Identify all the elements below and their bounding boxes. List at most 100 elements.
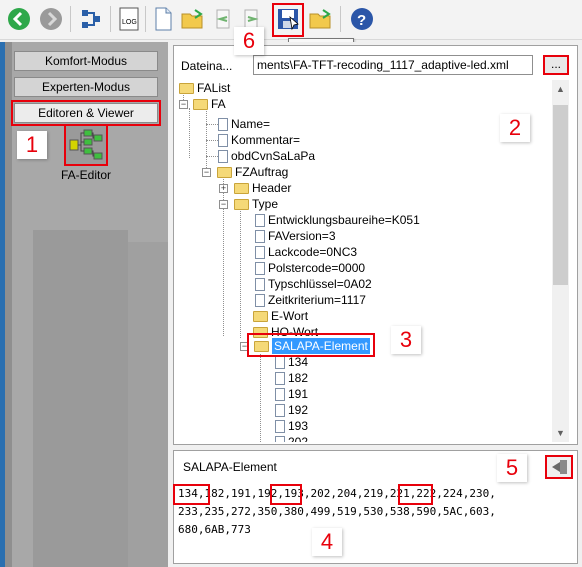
scroll-up-icon[interactable]: ▲ [556, 84, 565, 94]
tree-node-polstercode[interactable]: Polstercode=0000 [255, 260, 365, 276]
document-icon [255, 277, 265, 291]
tree-node-lackcode[interactable]: Lackcode=0NC3 [255, 244, 357, 260]
callout-2: 2 [500, 114, 530, 142]
tree-node-label: 202 [288, 435, 309, 442]
tree-line [240, 208, 241, 338]
document-icon [218, 133, 228, 147]
folder-icon [193, 98, 208, 110]
tree-node-salapa-item[interactable]: 182 [275, 370, 308, 386]
tree-node-fzauftrag[interactable]: FZAuftrag [217, 164, 288, 180]
toolbar-separator [340, 6, 341, 32]
document-icon [255, 213, 265, 227]
tree-node-label: Kommentar= [231, 133, 301, 147]
tree-node-falist[interactable]: FAList [179, 80, 230, 96]
tree-node-type[interactable]: Type [234, 196, 278, 212]
folder-icon [217, 166, 232, 178]
toolbar-separator [110, 6, 111, 32]
tree-node-name[interactable]: Name= [218, 116, 270, 132]
tree-node-label: Type [252, 197, 279, 211]
tree-line [206, 156, 218, 157]
tree-node-label: 193 [288, 419, 309, 433]
document-icon [255, 245, 265, 259]
tree-node-label: Zeitkriterium=1117 [268, 293, 366, 307]
tree-node-label: FA [211, 97, 226, 111]
tree-line [260, 354, 261, 442]
value-highlight-134 [173, 484, 210, 505]
tree-node-salapa-item[interactable]: 193 [275, 418, 308, 434]
open-folder-2-icon[interactable] [308, 6, 334, 32]
collapse-icon[interactable]: − [179, 100, 188, 109]
tree-node-label: Name= [231, 117, 271, 131]
browse-button[interactable]: ... [543, 55, 569, 75]
left-edge-strip [0, 42, 5, 567]
tree-line [206, 124, 218, 125]
tree-node-salapa-item[interactable]: 191 [275, 386, 308, 402]
salapa-values[interactable]: 134,182,191,192,193,202,204,219,221,222,… [178, 485, 578, 539]
tree-node-zeitkriterium[interactable]: Zeitkriterium=1117 [255, 292, 366, 308]
tree-node-typschluessel[interactable]: Typschlüssel=0A02 [255, 276, 372, 292]
tree-node-label: 182 [288, 371, 309, 385]
callout-4: 4 [312, 528, 342, 556]
log-icon[interactable]: LOG [116, 6, 142, 32]
connection-icon[interactable] [78, 6, 104, 32]
tree-node-kommentar[interactable]: Kommentar= [218, 132, 300, 148]
tree-node-fa[interactable]: FA [193, 96, 226, 112]
tree-node-label: Header [252, 181, 292, 195]
new-document-icon[interactable] [150, 6, 176, 32]
scroll-down-icon[interactable]: ▼ [556, 428, 565, 438]
tree-node-label: FAList [197, 81, 231, 95]
tree-node-salapa-item[interactable]: 192 [275, 402, 308, 418]
value-panel-title: SALAPA-Element [183, 460, 277, 474]
import-icon[interactable] [210, 6, 236, 32]
document-icon [275, 403, 285, 417]
value-line: 233,235,272,350,380,499,519,530,538,590,… [178, 505, 496, 518]
left-panel-shade [33, 230, 128, 567]
komfort-modus-button[interactable]: Komfort-Modus [14, 51, 158, 71]
fa-editor-label: FA-Editor [60, 168, 111, 182]
document-icon [275, 419, 285, 433]
tree-node-obdcvnsalapa[interactable]: obdCvnSaLaPa [218, 148, 315, 164]
document-icon [275, 371, 285, 385]
svg-text:?: ? [357, 12, 366, 29]
toolbar-separator [145, 6, 146, 32]
callout-6: 6 [234, 27, 264, 55]
experten-modus-button[interactable]: Experten-Modus [14, 77, 158, 97]
value-highlight-219 [398, 484, 433, 505]
file-path-field[interactable]: ments\FA-TFT-recoding_1117_adaptive-led.… [253, 55, 533, 75]
open-folder-icon[interactable] [180, 6, 206, 32]
scroll-thumb[interactable] [553, 105, 568, 285]
expand-icon[interactable]: + [219, 184, 228, 193]
value-line: 680,6AB,773 [178, 523, 251, 536]
folder-icon [234, 198, 249, 210]
toolbar: LOG ? [0, 0, 582, 40]
tree-scrollbar[interactable]: ▲ ▼ [552, 80, 569, 442]
document-icon [255, 229, 265, 243]
navigate-back-button[interactable] [545, 455, 573, 479]
tree-node-entwicklungsbaureihe[interactable]: Entwicklungsbaureihe=K051 [255, 212, 420, 228]
editoren-viewer-button[interactable]: Editoren & Viewer [11, 100, 161, 126]
document-icon [218, 149, 228, 163]
collapse-icon[interactable]: − [202, 168, 211, 177]
callout-5: 5 [497, 454, 527, 482]
help-icon[interactable]: ? [349, 6, 375, 32]
fa-editor-icon [69, 129, 103, 160]
forward-icon[interactable] [38, 6, 64, 32]
tree-node-label: Entwicklungsbaureihe=K051 [268, 213, 420, 227]
fa-editor-button[interactable] [64, 124, 108, 166]
tree-node-header[interactable]: Header [234, 180, 291, 196]
arrow-left-icon [552, 460, 567, 474]
svg-text:LOG: LOG [122, 19, 137, 26]
tree-node-label: 192 [288, 403, 309, 417]
value-highlight-192 [270, 484, 302, 505]
tree-node-faversion[interactable]: FAVersion=3 [255, 228, 336, 244]
tree-node-e-wort[interactable]: E-Wort [253, 308, 308, 324]
back-icon[interactable] [6, 6, 32, 32]
tree-line [189, 108, 190, 158]
tree-node-salapa-item[interactable]: 202 [275, 434, 308, 442]
collapse-icon[interactable]: − [219, 200, 228, 209]
tree-node-label: Typschlüssel=0A02 [268, 277, 372, 291]
tree-node-label: 191 [288, 387, 309, 401]
document-icon [255, 293, 265, 307]
tree-line [206, 140, 218, 141]
document-icon [218, 117, 228, 131]
